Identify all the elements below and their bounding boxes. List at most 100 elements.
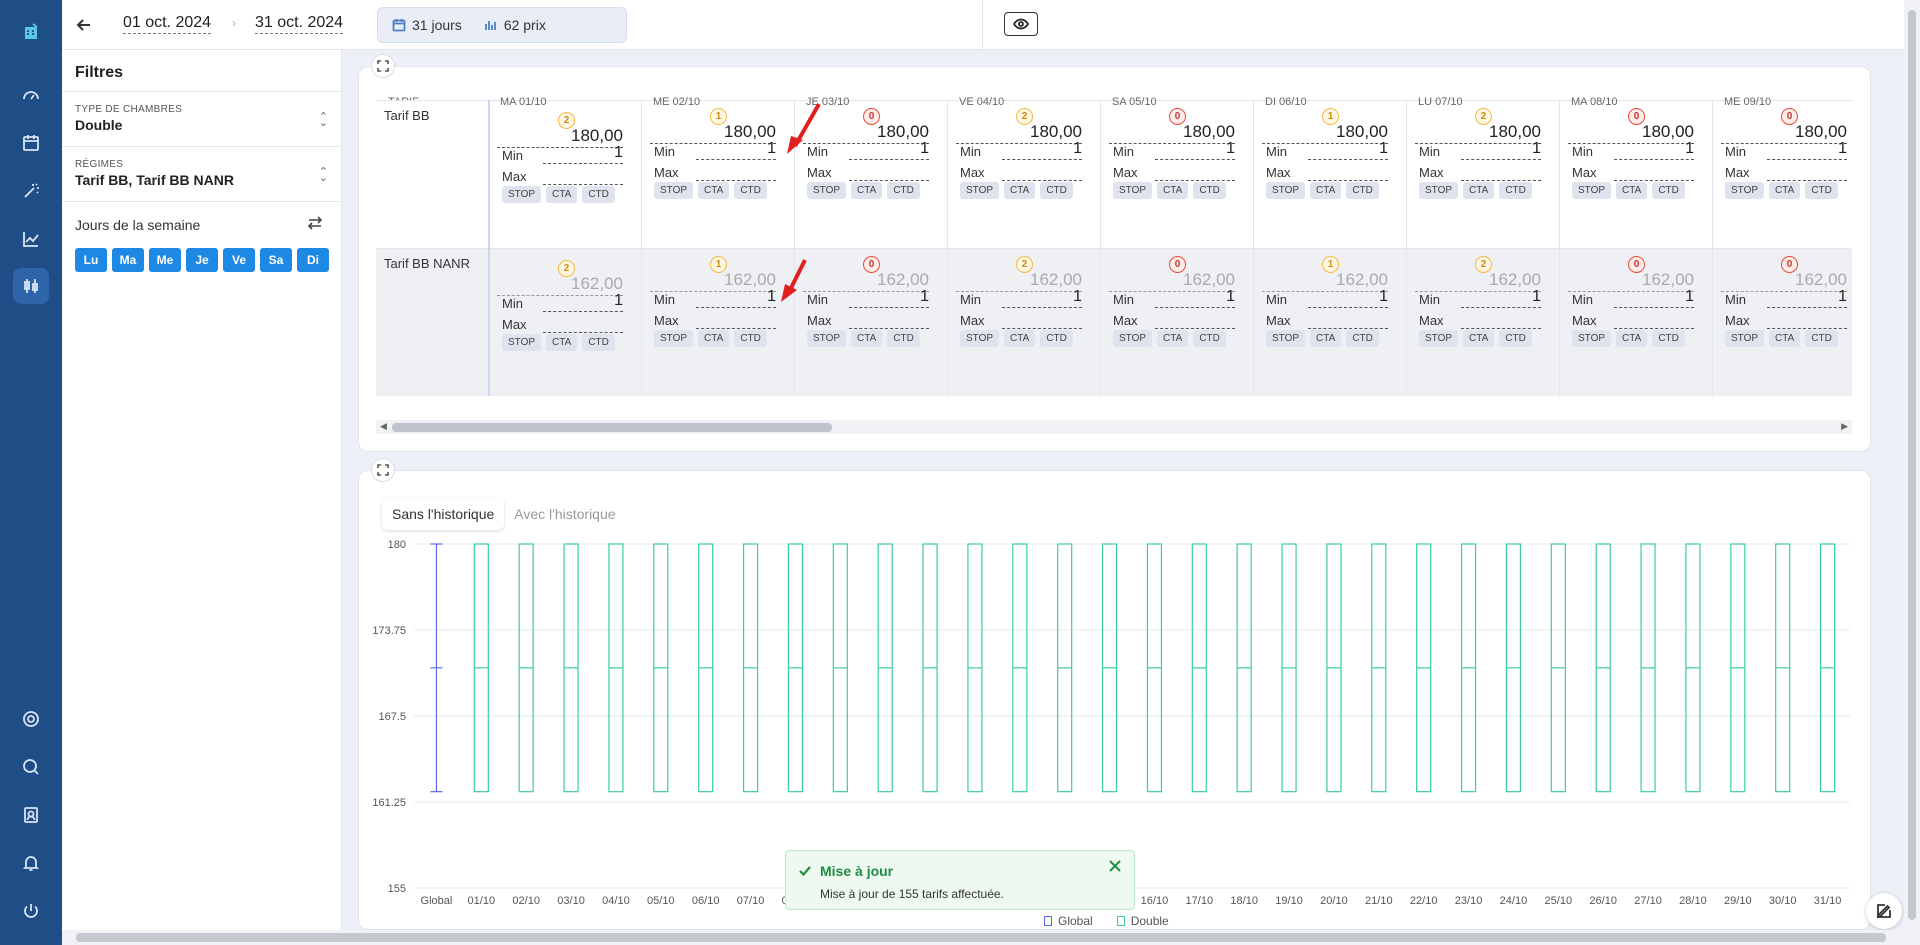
restriction-tag-stop[interactable]: STOP	[1266, 330, 1306, 347]
expand-icon[interactable]	[371, 458, 395, 482]
restriction-tag-stop[interactable]: STOP	[960, 330, 1000, 347]
restriction-tag-cta[interactable]: CTA	[851, 330, 883, 347]
profile-icon[interactable]	[16, 800, 46, 830]
scroll-thumb[interactable]	[1908, 10, 1916, 920]
max-stay-input[interactable]	[1002, 161, 1082, 181]
restriction-tag-cta[interactable]: CTA	[1616, 330, 1648, 347]
swap-icon[interactable]	[306, 214, 324, 232]
restriction-tag-ctd[interactable]: CTD	[582, 186, 615, 203]
restriction-tag-cta[interactable]: CTA	[698, 330, 730, 347]
eye-icon[interactable]	[1004, 12, 1038, 36]
restriction-tag-stop[interactable]: STOP	[960, 182, 1000, 199]
restriction-tag-stop[interactable]: STOP	[807, 182, 847, 199]
restriction-tag-ctd[interactable]: CTD	[1499, 330, 1532, 347]
max-stay-input[interactable]	[1155, 309, 1235, 329]
min-stay-input[interactable]: 1	[1461, 288, 1541, 308]
max-stay-input[interactable]	[1767, 161, 1847, 181]
weekday-button[interactable]: Je	[186, 248, 218, 272]
date-to[interactable]: 31 oct. 2024	[255, 14, 344, 34]
restriction-tag-stop[interactable]: STOP	[1725, 182, 1765, 199]
grid-horizontal-scrollbar[interactable]: ◀ ▶	[376, 420, 1852, 434]
weekday-button[interactable]: Di	[297, 248, 329, 272]
restriction-tag-stop[interactable]: STOP	[1419, 330, 1459, 347]
scroll-thumb[interactable]	[392, 423, 832, 432]
close-icon[interactable]	[1108, 859, 1124, 875]
scroll-right-icon[interactable]: ▶	[1841, 421, 1848, 432]
restriction-tag-cta[interactable]: CTA	[1463, 330, 1495, 347]
expand-icon[interactable]	[371, 54, 395, 78]
back-arrow-icon[interactable]	[72, 13, 96, 37]
min-stay-input[interactable]: 1	[1614, 140, 1694, 160]
bell-icon[interactable]	[16, 848, 46, 878]
max-stay-input[interactable]	[543, 165, 623, 185]
weekday-button[interactable]: Lu	[75, 248, 107, 272]
restriction-tag-ctd[interactable]: CTD	[1499, 182, 1532, 199]
max-stay-input[interactable]	[1002, 309, 1082, 329]
dashboard-icon[interactable]	[16, 80, 46, 110]
restriction-tag-stop[interactable]: STOP	[1266, 182, 1306, 199]
min-stay-input[interactable]: 1	[1461, 140, 1541, 160]
restriction-tag-cta[interactable]: CTA	[698, 182, 730, 199]
restriction-tag-stop[interactable]: STOP	[1725, 330, 1765, 347]
restriction-tag-ctd[interactable]: CTD	[887, 330, 920, 347]
analytics-icon[interactable]	[16, 224, 46, 254]
regimes-select[interactable]: RÉGIMES Tarif BB, Tarif BB NANR ⌃ ⌄	[62, 146, 342, 200]
restriction-tag-ctd[interactable]: CTD	[1346, 182, 1379, 199]
min-stay-input[interactable]: 1	[1155, 288, 1235, 308]
date-from[interactable]: 01 oct. 2024	[123, 14, 212, 34]
app-logo-icon[interactable]	[16, 16, 46, 46]
search-icon[interactable]	[16, 752, 46, 782]
restriction-tag-cta[interactable]: CTA	[1157, 330, 1189, 347]
calendar-icon[interactable]	[16, 128, 46, 158]
restriction-tag-ctd[interactable]: CTD	[1040, 330, 1073, 347]
restriction-tag-ctd[interactable]: CTD	[1040, 182, 1073, 199]
max-stay-input[interactable]	[849, 309, 929, 329]
max-stay-input[interactable]	[849, 161, 929, 181]
min-stay-input[interactable]: 1	[696, 288, 776, 308]
legend-item-double[interactable]: Double	[1116, 914, 1169, 928]
weekday-button[interactable]: Me	[149, 248, 181, 272]
restriction-tag-ctd[interactable]: CTD	[1346, 330, 1379, 347]
restriction-tag-ctd[interactable]: CTD	[1805, 182, 1838, 199]
restriction-tag-cta[interactable]: CTA	[1004, 330, 1036, 347]
max-stay-input[interactable]	[1461, 309, 1541, 329]
min-stay-input[interactable]: 1	[1767, 140, 1847, 160]
restriction-tag-cta[interactable]: CTA	[1769, 182, 1801, 199]
max-stay-input[interactable]	[1461, 161, 1541, 181]
restriction-tag-stop[interactable]: STOP	[1113, 182, 1153, 199]
restriction-tag-cta[interactable]: CTA	[851, 182, 883, 199]
edit-icon[interactable]	[1866, 893, 1902, 929]
min-stay-input[interactable]: 1	[1614, 288, 1694, 308]
restriction-tag-cta[interactable]: CTA	[546, 334, 578, 351]
restriction-tag-stop[interactable]: STOP	[654, 330, 694, 347]
restriction-tag-ctd[interactable]: CTD	[1193, 182, 1226, 199]
min-stay-input[interactable]: 1	[849, 288, 929, 308]
weekday-button[interactable]: Ve	[223, 248, 255, 272]
restriction-tag-cta[interactable]: CTA	[1616, 182, 1648, 199]
restriction-tag-cta[interactable]: CTA	[1310, 182, 1342, 199]
restriction-tag-ctd[interactable]: CTD	[582, 334, 615, 351]
restriction-tag-stop[interactable]: STOP	[654, 182, 694, 199]
max-stay-input[interactable]	[1614, 309, 1694, 329]
tab-with-history[interactable]: Avec l'historique	[504, 498, 625, 530]
restriction-tag-cta[interactable]: CTA	[1004, 182, 1036, 199]
restriction-tag-cta[interactable]: CTA	[546, 186, 578, 203]
room-type-select[interactable]: TYPE DE CHAMBRES Double ⌃ ⌄	[62, 91, 342, 145]
scroll-thumb[interactable]	[76, 933, 1886, 942]
restriction-tag-cta[interactable]: CTA	[1157, 182, 1189, 199]
page-vertical-scrollbar[interactable]	[1904, 0, 1920, 945]
restriction-tag-ctd[interactable]: CTD	[1652, 330, 1685, 347]
weekday-button[interactable]: Sa	[260, 248, 292, 272]
max-stay-input[interactable]	[1308, 309, 1388, 329]
restriction-tag-stop[interactable]: STOP	[1572, 330, 1612, 347]
min-stay-input[interactable]: 1	[1002, 140, 1082, 160]
restriction-tag-cta[interactable]: CTA	[1310, 330, 1342, 347]
min-stay-input[interactable]: 1	[543, 292, 623, 312]
weekday-button[interactable]: Ma	[112, 248, 144, 272]
min-stay-input[interactable]: 1	[849, 140, 929, 160]
tab-without-history[interactable]: Sans l'historique	[382, 498, 505, 530]
max-stay-input[interactable]	[1155, 161, 1235, 181]
max-stay-input[interactable]	[1614, 161, 1694, 181]
page-horizontal-scrollbar[interactable]	[62, 930, 1904, 945]
scroll-left-icon[interactable]: ◀	[380, 421, 387, 432]
